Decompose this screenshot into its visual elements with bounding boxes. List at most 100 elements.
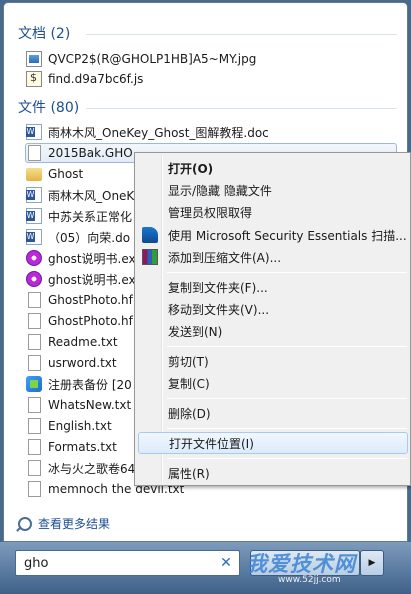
menu-item-open-file-location[interactable]: 打开文件位置(I) <box>138 432 408 454</box>
menu-item-send-to[interactable]: 发送到(N) <box>138 320 408 342</box>
word-doc-icon <box>26 208 42 224</box>
registry-file-icon <box>26 376 42 392</box>
result-item-label: WhatsNew.txt <box>48 398 132 412</box>
menu-item-mse-scan[interactable]: 使用 Microsoft Security Essentials 扫描... <box>138 224 408 246</box>
divider <box>86 34 397 35</box>
result-item[interactable]: Ghost <box>26 164 136 184</box>
result-item[interactable]: 雨林木风_OneKey_Ghost_图解教程.doc <box>26 122 396 142</box>
result-item[interactable]: Formats.txt <box>26 437 136 457</box>
menu-item-cut[interactable]: 剪切(T) <box>138 350 408 372</box>
executable-icon <box>26 271 42 287</box>
result-item[interactable]: GhostPhoto.hf <box>26 311 136 331</box>
result-item-jpg[interactable]: QVCP2$(R@GHOLP1HB]A5~MY.jpg <box>26 49 396 69</box>
file-icon <box>28 418 41 434</box>
result-item[interactable]: usrword.txt <box>26 353 136 373</box>
menu-item-label: 管理员权限取得 <box>168 205 253 220</box>
result-item[interactable]: ghost说明书.ex <box>26 248 136 268</box>
file-icon <box>28 313 41 329</box>
group-title-documents[interactable]: 文档 (2) <box>18 23 70 43</box>
menu-separator <box>167 272 407 273</box>
executable-icon <box>26 250 42 266</box>
menu-item-copy-to-folder[interactable]: 复制到文件夹(F)... <box>138 276 408 298</box>
menu-item-open[interactable]: 打开(O) <box>138 157 408 179</box>
menu-item-delete[interactable]: 删除(D) <box>138 402 408 424</box>
see-more-results-link[interactable]: 查看更多结果 <box>18 515 110 532</box>
menu-item-copy[interactable]: 复制(C) <box>138 372 408 394</box>
word-doc-icon <box>26 124 42 140</box>
menu-item-label: 属性(R) <box>168 466 210 481</box>
folder-icon <box>26 167 42 181</box>
result-item[interactable]: GhostPhoto.hf <box>26 290 136 310</box>
divider <box>86 108 397 109</box>
search-input-value: gho <box>24 555 49 571</box>
clear-search-icon[interactable]: ✕ <box>217 554 235 572</box>
result-item[interactable]: WhatsNew.txt <box>26 395 136 415</box>
menu-item-label: 删除(D) <box>168 406 211 421</box>
menu-item-properties[interactable]: 属性(R) <box>138 462 408 484</box>
result-item-label: （05）向荣.do <box>48 230 131 245</box>
script-file-icon <box>26 71 42 87</box>
menu-item-label: 发送到(N) <box>168 324 223 339</box>
security-essentials-icon <box>142 227 158 243</box>
menu-item-label: 复制(C) <box>168 376 210 391</box>
result-item-label: Formats.txt <box>48 440 117 454</box>
result-item-label: ghost说明书.ex <box>48 251 136 266</box>
context-menu: 打开(O) 显示/隐藏 隐藏文件 管理员权限取得 使用 Microsoft Se… <box>134 152 411 486</box>
result-item-label: usrword.txt <box>48 356 117 370</box>
result-item-label: find.d9a7bc6f.js <box>48 72 144 86</box>
result-item[interactable]: 注册表备份 [20 <box>26 374 136 394</box>
result-item[interactable]: （05）向荣.do <box>26 227 136 247</box>
menu-item-label: 显示/隐藏 隐藏文件 <box>168 183 272 198</box>
result-item[interactable]: 雨林木风_OneK <box>26 185 136 205</box>
menu-separator <box>167 428 407 429</box>
watermark-text: 我爱技术网 <box>246 552 356 576</box>
menu-item-add-to-archive[interactable]: 添加到压缩文件(A)... <box>138 246 408 268</box>
result-item-label: 中苏关系正常化 <box>48 209 133 224</box>
result-item-label: GhostPhoto.hf <box>48 314 133 328</box>
result-item[interactable]: 中苏关系正常化 <box>26 206 136 226</box>
file-icon <box>28 334 41 350</box>
result-item-label: QVCP2$(R@GHOLP1HB]A5~MY.jpg <box>48 52 257 66</box>
winrar-icon <box>142 249 158 265</box>
result-item-js[interactable]: find.d9a7bc6f.js <box>26 69 396 89</box>
file-icon <box>28 145 41 161</box>
file-icon <box>28 460 41 476</box>
menu-item-label: 添加到压缩文件(A)... <box>168 250 282 265</box>
word-doc-icon <box>26 229 42 245</box>
result-item-label: Readme.txt <box>48 335 118 349</box>
menu-item-toggle-hidden[interactable]: 显示/隐藏 隐藏文件 <box>138 179 408 201</box>
menu-item-label: 剪切(T) <box>168 354 209 369</box>
menu-item-move-to-folder[interactable]: 移动到文件夹(V)... <box>138 298 408 320</box>
menu-separator <box>167 346 407 347</box>
file-icon <box>28 355 41 371</box>
menu-separator <box>167 458 407 459</box>
result-item[interactable]: ghost说明书.ex <box>26 269 136 289</box>
menu-separator <box>167 398 407 399</box>
image-file-icon <box>26 51 42 67</box>
result-item-label: 2015Bak.GHO <box>48 146 133 160</box>
result-item-label: 雨林木风_OneK <box>48 188 135 203</box>
file-icon <box>28 292 41 308</box>
search-input[interactable]: gho ✕ <box>15 550 240 576</box>
result-item[interactable]: Readme.txt <box>26 332 136 352</box>
menu-item-label: 打开(O) <box>168 161 214 176</box>
result-item-label: 冰与火之歌卷64 <box>48 461 136 476</box>
result-item[interactable]: English.txt <box>26 416 136 436</box>
see-more-results-label: 查看更多结果 <box>38 517 111 531</box>
result-item-label: Ghost <box>48 167 84 181</box>
menu-item-label: 移动到文件夹(V)... <box>168 302 270 317</box>
search-icon <box>18 516 32 531</box>
word-doc-icon <box>26 187 42 203</box>
file-icon <box>28 439 41 455</box>
result-item-label: 雨林木风_OneKey_Ghost_图解教程.doc <box>48 125 269 140</box>
menu-item-take-ownership[interactable]: 管理员权限取得 <box>138 201 408 223</box>
menu-item-label: 使用 Microsoft Security Essentials 扫描... <box>168 228 407 243</box>
result-item-label: 注册表备份 [20 <box>48 377 132 392</box>
result-item[interactable]: 冰与火之歌卷64 <box>26 458 136 478</box>
result-item-label: GhostPhoto.hf <box>48 293 133 307</box>
menu-item-label: 打开文件位置(I) <box>169 436 254 451</box>
file-icon <box>28 481 41 497</box>
file-icon <box>28 397 41 413</box>
watermark-logo: 我爱技术网 www.52jj.com <box>246 548 406 592</box>
group-title-files[interactable]: 文件 (80) <box>18 97 79 117</box>
